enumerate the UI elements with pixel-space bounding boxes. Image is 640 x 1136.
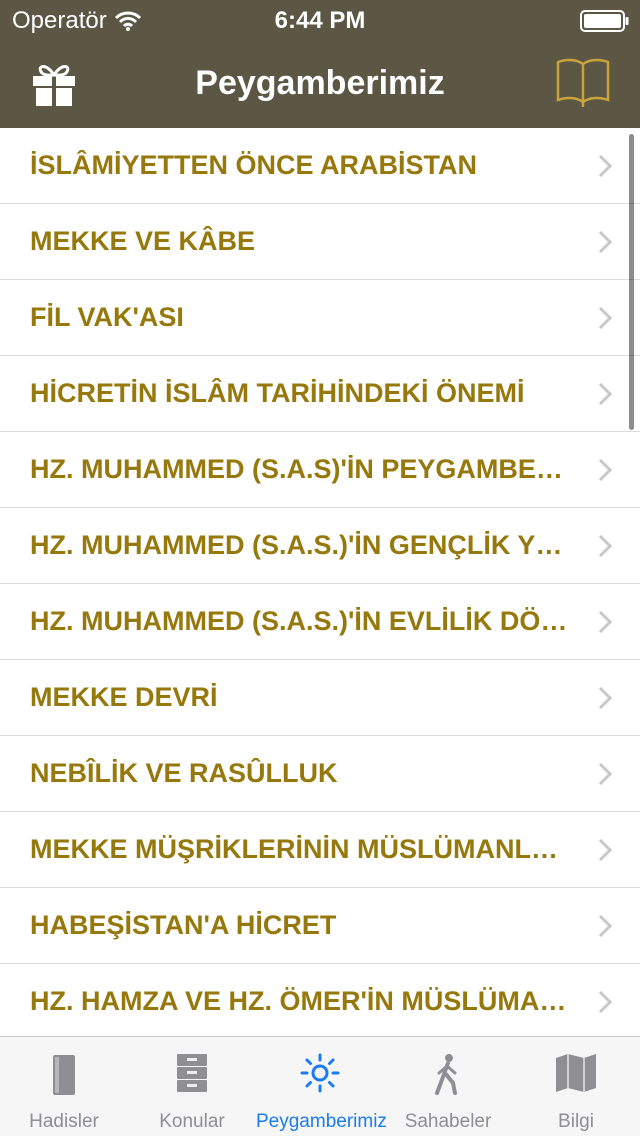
list-item-label: MEKKE MÜŞRİKLERİNİN MÜSLÜMANLARA ZULÜMLE…	[30, 834, 568, 864]
walking-person-icon	[435, 1054, 457, 1095]
list-item[interactable]: HZ. MUHAMMED (S.A.S.)'İN EVLİLİK DÖNEMİ	[0, 584, 640, 660]
tab-hadisler[interactable]: Hadisler	[0, 1037, 128, 1136]
chevron-right-icon	[598, 914, 612, 938]
chevron-right-icon	[598, 686, 612, 710]
list-item-label: NEBÎLİK VE RASÛLLUK	[30, 758, 338, 788]
chevron-right-icon	[598, 154, 612, 178]
list-item[interactable]: MEKKE MÜŞRİKLERİNİN MÜSLÜMANLARA ZULÜMLE…	[0, 812, 640, 888]
chevron-right-icon	[598, 990, 612, 1014]
tab-peygamberimiz[interactable]: Peygamberimiz	[256, 1037, 387, 1136]
tab-label: Hadisler	[29, 1111, 99, 1132]
tab-konular[interactable]: Konular	[128, 1037, 256, 1136]
book-icon[interactable]	[556, 56, 610, 108]
chevron-right-icon	[598, 230, 612, 254]
tab-bar: Hadisler Konular Peygamberimiz Sahabeler…	[0, 1036, 640, 1136]
list-item-label: MEKKE DEVRİ	[30, 682, 218, 712]
list-item[interactable]: FİL VAK'ASI	[0, 280, 640, 356]
chevron-right-icon	[598, 458, 612, 482]
tab-label: Peygamberimiz	[256, 1111, 387, 1132]
scroll-indicator[interactable]	[629, 134, 634, 430]
book-stack-icon	[53, 1055, 75, 1095]
navigation-bar: Peygamberimiz	[0, 40, 640, 128]
list-item[interactable]: NEBÎLİK VE RASÛLLUK	[0, 736, 640, 812]
chevron-right-icon	[598, 762, 612, 786]
tab-bilgi[interactable]: Bilgi	[512, 1037, 640, 1136]
tab-sahabeler[interactable]: Sahabeler	[384, 1037, 512, 1136]
status-time: 6:44 PM	[274, 7, 366, 34]
list-item-label: HZ. MUHAMMED (S.A.S.)'İN GENÇLİK YILLARI	[30, 530, 568, 560]
battery-icon	[580, 10, 629, 32]
list-item-label: HZ. HAMZA VE HZ. ÖMER'İN MÜSLÜMAN OLUŞU	[30, 986, 568, 1016]
chevron-right-icon	[598, 610, 612, 634]
topic-list: İSLÂMİYETTEN ÖNCE ARABİSTAN MEKKE VE KÂB…	[0, 128, 640, 1036]
list-item[interactable]: HZ. HAMZA VE HZ. ÖMER'İN MÜSLÜMAN OLUŞU	[0, 964, 640, 1036]
list-item[interactable]: HABEŞİSTAN'A HİCRET	[0, 888, 640, 964]
sun-icon	[300, 1053, 340, 1093]
list-item-label: İSLÂMİYETTEN ÖNCE ARABİSTAN	[30, 150, 478, 180]
list-item[interactable]: HİCRETİN İSLÂM TARİHİNDEKİ ÖNEMİ	[0, 356, 640, 432]
chevron-right-icon	[598, 534, 612, 558]
list-item-label: MEKKE VE KÂBE	[30, 226, 256, 256]
tab-label: Sahabeler	[404, 1111, 492, 1132]
chevron-right-icon	[598, 838, 612, 862]
status-bar: Operatör 6:44 PM	[0, 0, 640, 40]
cabinet-icon	[177, 1054, 207, 1092]
list-item[interactable]: İSLÂMİYETTEN ÖNCE ARABİSTAN	[0, 128, 640, 204]
tab-label: Konular	[159, 1111, 225, 1132]
page-title: Peygamberimiz	[195, 64, 445, 102]
chevron-right-icon	[598, 382, 612, 406]
chevron-right-icon	[598, 306, 612, 330]
list-item[interactable]: MEKKE DEVRİ	[0, 660, 640, 736]
map-icon	[556, 1054, 596, 1092]
list-item-label: HZ. MUHAMMED (S.A.S)'İN PEYGAMBERLİKTEN …	[30, 454, 568, 484]
list-item-label: HİCRETİN İSLÂM TARİHİNDEKİ ÖNEMİ	[30, 378, 525, 408]
tab-label: Bilgi	[558, 1111, 594, 1132]
list-item-label: HABEŞİSTAN'A HİCRET	[30, 910, 337, 940]
list-item-label: FİL VAK'ASI	[30, 302, 184, 332]
list-item[interactable]: HZ. MUHAMMED (S.A.S.)'İN GENÇLİK YILLARI	[0, 508, 640, 584]
list-item-label: HZ. MUHAMMED (S.A.S.)'İN EVLİLİK DÖNEMİ	[30, 606, 568, 636]
list-item[interactable]: MEKKE VE KÂBE	[0, 204, 640, 280]
list-item[interactable]: HZ. MUHAMMED (S.A.S)'İN PEYGAMBERLİKTEN …	[0, 432, 640, 508]
